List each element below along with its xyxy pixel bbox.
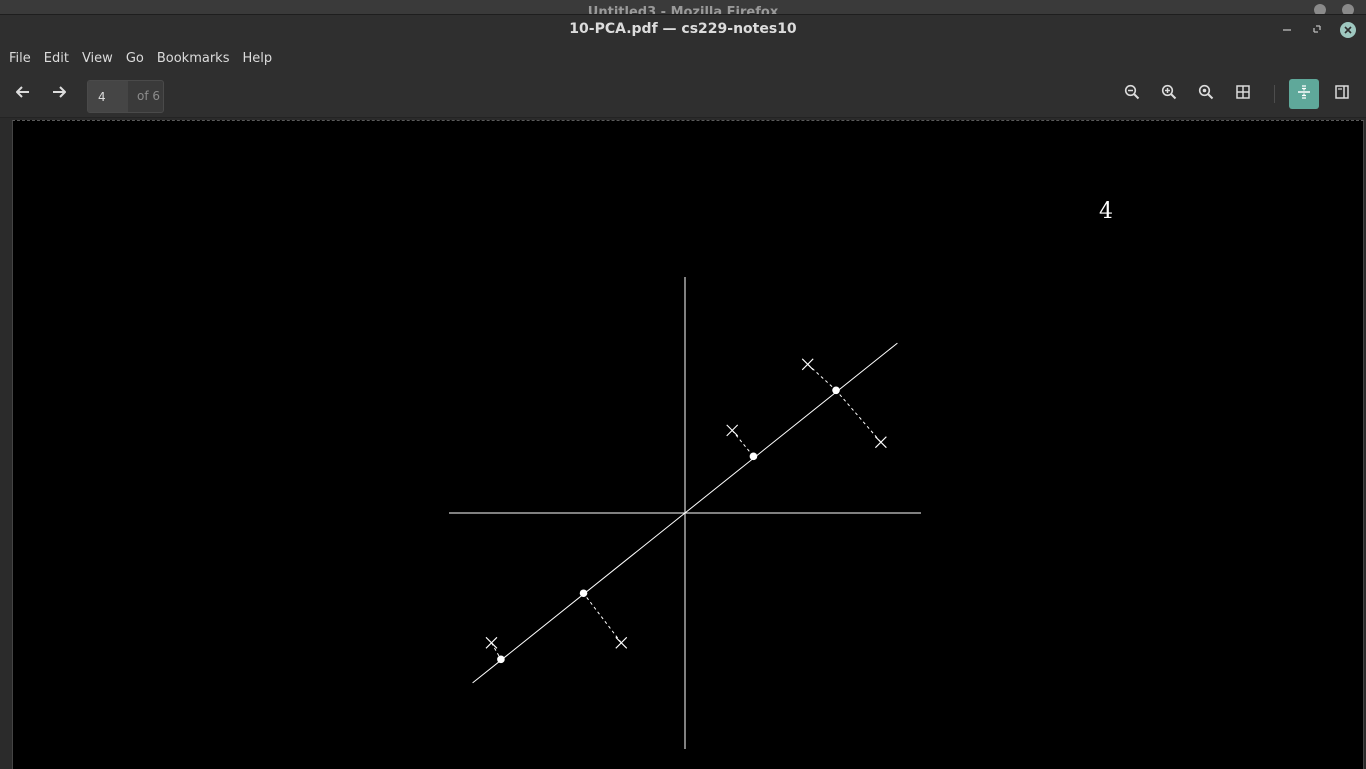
background-close-icon — [1342, 4, 1354, 14]
original-points — [485, 358, 887, 649]
grid-view-button[interactable] — [1228, 79, 1258, 109]
projected-point-dot — [832, 386, 840, 395]
data-point-cross — [801, 358, 814, 371]
toolbar: of 6 — [0, 71, 1366, 118]
restore-icon — [1312, 23, 1322, 37]
projected-point-dot — [579, 589, 588, 598]
pca-figure — [449, 277, 921, 749]
projection-line — [835, 389, 882, 443]
minimize-button[interactable] — [1278, 21, 1296, 39]
menubar: File Edit View Go Bookmarks Help — [0, 45, 1366, 71]
data-point-cross — [485, 636, 498, 649]
next-page-button[interactable] — [44, 79, 74, 109]
page-number-input[interactable] — [88, 81, 128, 112]
menu-file[interactable]: File — [4, 48, 36, 69]
document-viewer-window: 10-PCA.pdf — cs229-notes10 File Edit Vie… — [0, 14, 1366, 769]
menu-help[interactable]: Help — [237, 48, 277, 69]
projection-line — [583, 592, 622, 644]
document-viewport[interactable]: 4 — [0, 118, 1366, 769]
toolbar-separator — [1274, 85, 1275, 103]
projected-point-dot — [749, 452, 758, 461]
background-window-titlebar: Untitled3 - Mozilla Firefox — [0, 0, 1366, 14]
grid-icon — [1236, 85, 1250, 103]
page-selector: of 6 — [87, 80, 164, 113]
data-point-cross — [615, 636, 628, 649]
sidebar-toggle-button[interactable] — [1327, 79, 1357, 109]
continuous-scroll-button[interactable] — [1289, 79, 1319, 109]
arrow-left-icon — [16, 86, 30, 102]
page-total-label: of 6 — [137, 89, 161, 103]
titlebar: 10-PCA.pdf — cs229-notes10 — [0, 15, 1366, 45]
window-title: 10-PCA.pdf — cs229-notes10 — [569, 21, 797, 37]
menu-edit[interactable]: Edit — [39, 48, 74, 69]
menu-bookmarks[interactable]: Bookmarks — [152, 48, 235, 69]
close-button[interactable] — [1340, 22, 1356, 38]
maximize-button[interactable] — [1308, 21, 1326, 39]
data-point-cross — [726, 424, 739, 437]
previous-page-button[interactable] — [8, 79, 38, 109]
projected-point-dot — [497, 655, 505, 664]
data-point-cross — [874, 436, 887, 449]
background-maximize-icon — [1314, 4, 1326, 14]
minimize-icon — [1282, 23, 1292, 37]
background-window-title: Untitled3 - Mozilla Firefox — [587, 5, 779, 14]
arrow-right-icon — [52, 86, 66, 102]
zoom-fit-icon — [1198, 84, 1214, 104]
zoom-in-icon — [1161, 84, 1177, 104]
zoom-out-icon — [1124, 84, 1140, 104]
menu-view[interactable]: View — [77, 48, 118, 69]
menu-go[interactable]: Go — [121, 48, 149, 69]
zoom-in-button[interactable] — [1154, 79, 1184, 109]
zoom-out-button[interactable] — [1117, 79, 1147, 109]
close-icon — [1344, 24, 1352, 37]
sidebar-icon — [1335, 85, 1349, 103]
continuous-scroll-icon — [1297, 85, 1311, 103]
pdf-page: 4 — [12, 120, 1364, 769]
zoom-fit-button[interactable] — [1191, 79, 1221, 109]
